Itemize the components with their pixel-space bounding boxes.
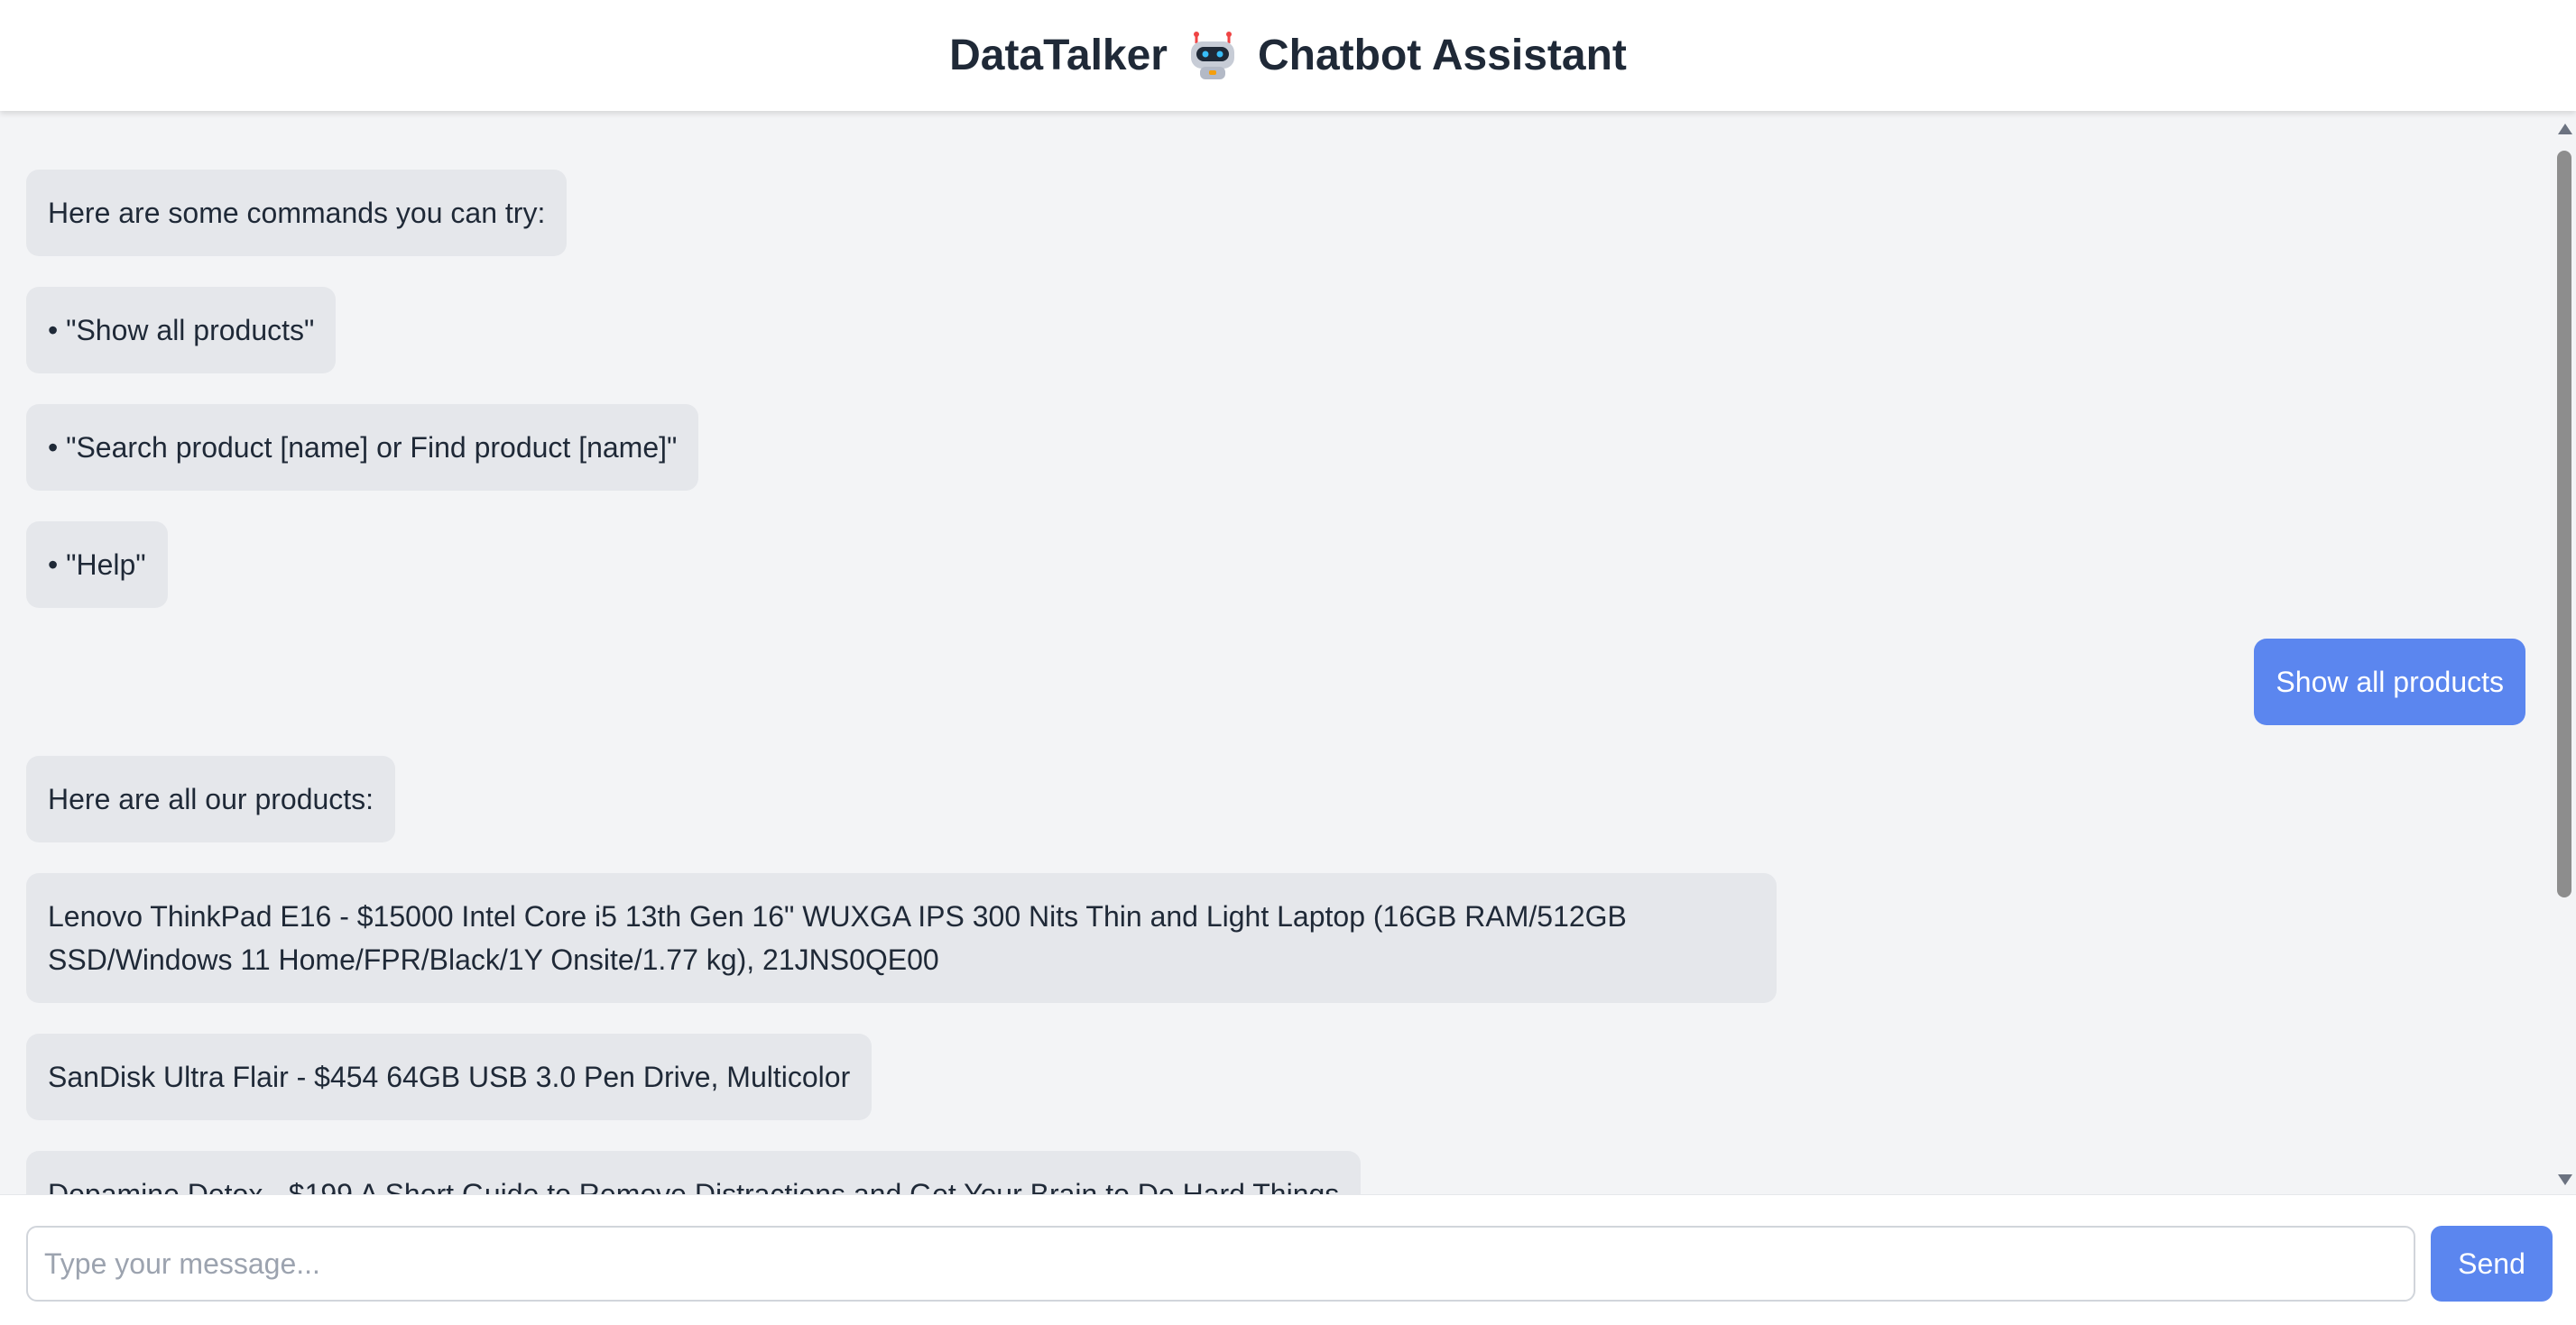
- title-text-right: Chatbot Assistant: [1257, 32, 1627, 79]
- scroll-down-arrow-icon[interactable]: [2558, 1174, 2572, 1185]
- message-composer: Send: [0, 1194, 2576, 1325]
- bot-message-bubble: • "Show all products": [26, 287, 337, 373]
- message-list: Here are some commands you can try: • "Sh…: [26, 139, 2525, 1194]
- bot-message-bubble: Dopamine Detox - $199 A Short Guide to R…: [26, 1151, 1362, 1194]
- title-text-left: DataTalker: [949, 32, 1168, 79]
- page-title: DataTalker Chatbot Assistant: [949, 31, 1627, 81]
- message-row: Lenovo ThinkPad E16 - $15000 Intel Core …: [26, 873, 2525, 1003]
- message-row: Here are some commands you can try:: [26, 170, 2525, 256]
- bot-message-bubble: Lenovo ThinkPad E16 - $15000 Intel Core …: [26, 873, 1777, 1003]
- chat-messages-area[interactable]: Here are some commands you can try: • "Sh…: [0, 111, 2576, 1194]
- bot-message-bubble: • "Search product [name] or Find product…: [26, 404, 699, 491]
- message-row: SanDisk Ultra Flair - $454 64GB USB 3.0 …: [26, 1034, 2525, 1120]
- bot-message-bubble: Here are all our products:: [26, 756, 396, 842]
- message-row: • "Search product [name] or Find product…: [26, 404, 2525, 491]
- send-button[interactable]: Send: [2431, 1226, 2553, 1302]
- message-row: Dopamine Detox - $199 A Short Guide to R…: [26, 1151, 2525, 1194]
- message-row: Here are all our products:: [26, 756, 2525, 842]
- bot-message-bubble: SanDisk Ultra Flair - $454 64GB USB 3.0 …: [26, 1034, 873, 1120]
- chat-app: DataTalker Chatbot Assistant Here are so…: [0, 0, 2576, 1325]
- scroll-up-arrow-icon[interactable]: [2558, 124, 2572, 134]
- user-message-bubble: Show all products: [2254, 639, 2525, 725]
- message-row: • "Show all products": [26, 287, 2525, 373]
- chat-scrollbar[interactable]: [2552, 111, 2576, 1194]
- app-header: DataTalker Chatbot Assistant: [0, 0, 2576, 111]
- robot-icon: [1187, 31, 1238, 81]
- message-input[interactable]: [26, 1226, 2415, 1302]
- message-row: • "Help": [26, 521, 2525, 608]
- bot-message-bubble: Here are some commands you can try:: [26, 170, 568, 256]
- bot-message-bubble: • "Help": [26, 521, 168, 608]
- scrollbar-thumb[interactable]: [2557, 151, 2571, 897]
- message-row: Show all products: [26, 639, 2525, 725]
